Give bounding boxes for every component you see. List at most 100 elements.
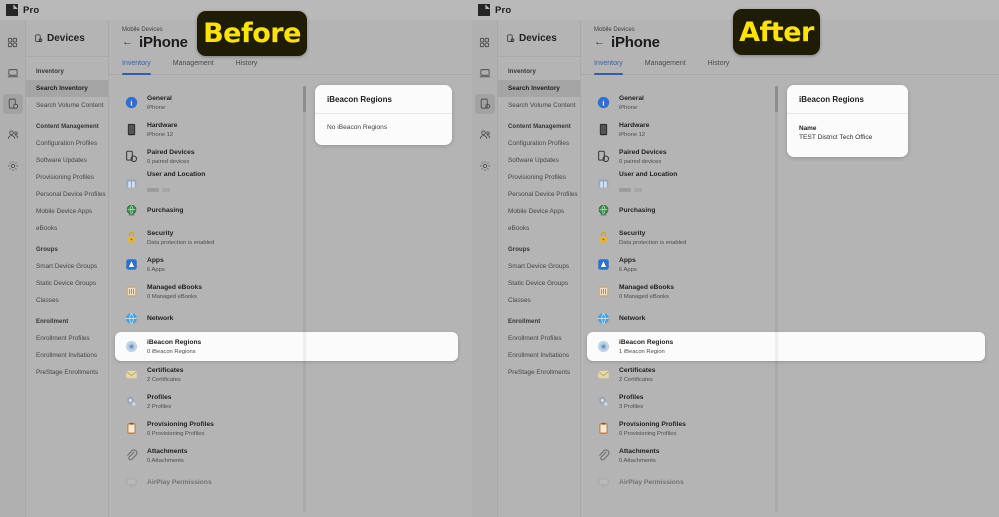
sidebar-item-personal-device-profiles[interactable]: Personal Device Profiles: [498, 186, 580, 203]
inventory-row[interactable]: Profiles 3 Profiles: [581, 388, 985, 415]
inventory-row[interactable]: i General iPhone: [581, 89, 985, 116]
inventory-row[interactable]: Paired Devices 0 paired devices: [581, 143, 985, 170]
inventory-row-subtitle: 0 Managed eBooks: [619, 293, 669, 300]
inventory-row[interactable]: Hardware iPhone 12: [581, 116, 985, 143]
dashboard-icon[interactable]: [475, 32, 495, 52]
sidebar-item-personal-device-profiles[interactable]: Personal Device Profiles: [26, 186, 108, 203]
sidebar-item-enrollment-invitations[interactable]: Enrollment Invitations: [26, 347, 108, 364]
sidebar-item-provisioning-profiles[interactable]: Provisioning Profiles: [26, 169, 108, 186]
sidebar-item-static-device-groups[interactable]: Static Device Groups: [26, 275, 108, 292]
sidebar-item-software-updates[interactable]: Software Updates: [26, 152, 108, 169]
inventory-row[interactable]: Security Data protection is enabled: [581, 224, 985, 251]
computers-icon[interactable]: [475, 63, 495, 83]
inventory-scrollbar-after[interactable]: [775, 86, 778, 513]
inventory-row[interactable]: Attachments 0 Attachments: [581, 442, 985, 469]
inventory-row[interactable]: Network: [581, 305, 985, 332]
inventory-row[interactable]: Certificates 2 Certificates: [109, 361, 458, 388]
sidebar-item-enrollment-invitations[interactable]: Enrollment Invitations: [498, 347, 580, 364]
sidebar-item-search-inventory[interactable]: Search Inventory: [26, 80, 108, 97]
dashboard-icon[interactable]: [3, 32, 23, 52]
inventory-row[interactable]: Apps 6 Apps: [581, 251, 985, 278]
inventory-row-title: Hardware: [147, 121, 178, 129]
inventory-row[interactable]: Security Data protection is enabled: [109, 224, 458, 251]
sidebar-item-enrollment-profiles[interactable]: Enrollment Profiles: [26, 330, 108, 347]
sidebar-item-search-volume-content[interactable]: Search Volume Content: [26, 97, 108, 114]
sidebar-item-static-device-groups[interactable]: Static Device Groups: [498, 275, 580, 292]
sidebar-item-software-updates[interactable]: Software Updates: [498, 152, 580, 169]
tab-management[interactable]: Management: [645, 60, 686, 74]
devices-icon[interactable]: [474, 94, 495, 114]
inventory-row[interactable]: Certificates 2 Certificates: [581, 361, 985, 388]
inventory-row[interactable]: User and Location: [109, 170, 458, 197]
sidebar-item-prestage-enrollments[interactable]: PreStage Enrollments: [498, 364, 580, 381]
sidebar-item-classes[interactable]: Classes: [498, 292, 580, 309]
sidebar-item-search-inventory[interactable]: Search Inventory: [498, 80, 580, 97]
settings-gear-icon[interactable]: [3, 156, 23, 176]
nav-group: Content Management Configuration Profiles…: [26, 124, 108, 237]
sidebar-item-ebooks[interactable]: eBooks: [26, 220, 108, 237]
inventory-scrollbar-before[interactable]: [303, 86, 306, 513]
inventory-scroll-before[interactable]: i General iPhone Hardware iPhone 12 Paired De…: [109, 83, 472, 517]
main-content-before: Mobile Devices ← iPhone Inventory Managem…: [109, 20, 472, 517]
inventory-row[interactable]: Purchasing: [109, 197, 458, 224]
hardware-icon: [597, 123, 610, 136]
inventory-row[interactable]: Managed eBooks 0 Managed eBooks: [581, 278, 985, 305]
inventory-row-title: Certificates: [619, 366, 656, 374]
tab-management[interactable]: Management: [173, 60, 214, 74]
sidebar-item-classes[interactable]: Classes: [26, 292, 108, 309]
sidebar-item-smart-device-groups[interactable]: Smart Device Groups: [498, 258, 580, 275]
settings-gear-icon[interactable]: [475, 156, 495, 176]
purchasing-icon: [597, 204, 610, 217]
inventory-row[interactable]: Network: [109, 305, 458, 332]
sidebar-item-configuration-profiles[interactable]: Configuration Profiles: [26, 135, 108, 152]
inventory-row-title: Purchasing: [619, 207, 656, 214]
inventory-row[interactable]: iBeacon Regions 1 iBeacon Region: [587, 332, 985, 361]
inventory-row[interactable]: AirPlay Permissions: [581, 469, 985, 496]
provisioning-profiles-icon: [597, 422, 610, 435]
inventory-row[interactable]: AirPlay Permissions: [109, 469, 458, 496]
sidebar-item-mobile-device-apps[interactable]: Mobile Device Apps: [26, 203, 108, 220]
inventory-row-title: Security: [619, 229, 646, 237]
sidebar-item-search-volume-content[interactable]: Search Volume Content: [498, 97, 580, 114]
icon-rail: [0, 20, 26, 517]
inventory-row[interactable]: iBeacon Regions 0 iBeacon Regions: [115, 332, 458, 361]
inventory-row-title: Network: [147, 315, 174, 322]
inventory-row[interactable]: Paired Devices 0 paired devices: [109, 143, 458, 170]
sidebar-item-prestage-enrollments[interactable]: PreStage Enrollments: [26, 364, 108, 381]
inventory-row[interactable]: Managed eBooks 0 Managed eBooks: [109, 278, 458, 305]
app-window-before: Pro Devices Inventory Search Inventory S…: [0, 0, 472, 517]
computers-icon[interactable]: [3, 63, 23, 83]
main-content-after: Mobile Devices ← iPhone Inventory Managem…: [581, 20, 999, 517]
sidebar-item-mobile-device-apps[interactable]: Mobile Device Apps: [498, 203, 580, 220]
inventory-row-subtitle: 0 paired devices: [619, 158, 662, 165]
sidebar-item-configuration-profiles[interactable]: Configuration Profiles: [498, 135, 580, 152]
sidebar-item-ebooks[interactable]: eBooks: [498, 220, 580, 237]
users-icon[interactable]: [3, 125, 23, 145]
sidebar-item-enrollment-profiles[interactable]: Enrollment Profiles: [498, 330, 580, 347]
inventory-row[interactable]: User and Location: [581, 170, 985, 197]
inventory-row[interactable]: Provisioning Profiles 0 Provisioning Prof…: [109, 415, 458, 442]
tab-inventory[interactable]: Inventory: [122, 60, 151, 75]
nav-group-title: Groups: [508, 247, 530, 253]
back-arrow-icon[interactable]: ←: [594, 37, 605, 48]
inventory-row-subtitle: iPhone 12: [147, 131, 174, 138]
user-location-icon: [597, 177, 610, 190]
back-arrow-icon[interactable]: ←: [122, 37, 133, 48]
inventory-row[interactable]: Apps 6 Apps: [109, 251, 458, 278]
tab-history[interactable]: History: [708, 60, 730, 74]
apps-icon: [125, 258, 138, 271]
tab-history[interactable]: History: [236, 60, 258, 74]
nav-groups-before: Inventory Search Inventory Search Volume C…: [26, 57, 108, 381]
sidebar-item-smart-device-groups[interactable]: Smart Device Groups: [26, 258, 108, 275]
inventory-row-title: AirPlay Permissions: [147, 479, 212, 486]
inventory-row[interactable]: Purchasing: [581, 197, 985, 224]
sidebar-item-provisioning-profiles[interactable]: Provisioning Profiles: [498, 169, 580, 186]
nav-group-title: Inventory: [508, 69, 536, 75]
tab-inventory[interactable]: Inventory: [594, 60, 623, 75]
inventory-row[interactable]: Profiles 2 Profiles: [109, 388, 458, 415]
inventory-row-subtitle: 0 Provisioning Profiles: [147, 430, 205, 437]
users-icon[interactable]: [475, 125, 495, 145]
inventory-row[interactable]: Provisioning Profiles 0 Provisioning Prof…: [581, 415, 985, 442]
inventory-row[interactable]: Attachments 0 Attachments: [109, 442, 458, 469]
devices-icon[interactable]: [2, 94, 23, 114]
